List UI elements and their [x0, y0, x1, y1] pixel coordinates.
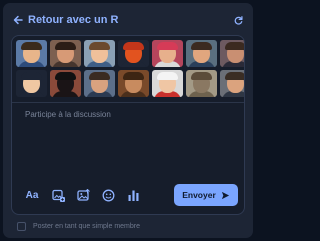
image-upload-icon: [76, 188, 90, 201]
sticker-black-cat[interactable]: [50, 70, 81, 97]
post-as-member-label: Poster en tant que simple membre: [33, 223, 140, 230]
sticker-partial[interactable]: [220, 40, 244, 67]
gif-image-icon: [51, 189, 65, 202]
sticker-peace-hand[interactable]: [16, 70, 47, 97]
format-text-button[interactable]: Aa: [24, 188, 40, 202]
refresh-button[interactable]: [234, 15, 243, 25]
image-upload-button[interactable]: [76, 188, 90, 202]
emoji-button[interactable]: [101, 188, 115, 202]
sticker-picker: [16, 40, 244, 100]
panel-header: Retour avec un R: [13, 13, 243, 27]
send-button[interactable]: Envoyer: [174, 184, 238, 206]
sticker-row-1: [16, 40, 244, 67]
send-button-label: Envoyer: [182, 190, 216, 200]
refresh-icon: [234, 15, 243, 25]
send-arrow-icon: [221, 191, 229, 199]
message-placeholder: Participe à la discussion: [25, 110, 111, 119]
sticker-sunglasses-man[interactable]: [16, 40, 47, 67]
sticker-row-2: [16, 70, 244, 97]
poll-chart-icon: [128, 190, 138, 201]
sticker-bearded-man[interactable]: [118, 70, 149, 97]
member-option: Poster en tant que simple membre: [17, 222, 140, 231]
sticker-devil-emoji[interactable]: [118, 40, 149, 67]
sticker-laughing-man[interactable]: [50, 40, 81, 67]
sticker-glasses-man[interactable]: [220, 70, 244, 97]
gif-button[interactable]: [51, 188, 65, 202]
poll-button[interactable]: [126, 188, 140, 202]
sticker-santa[interactable]: [152, 70, 183, 97]
sticker-cap-man[interactable]: [152, 40, 183, 67]
emoji-icon: [102, 189, 114, 201]
sticker-smiling-man[interactable]: [186, 40, 217, 67]
back-link-label: Retour avec un R: [28, 14, 119, 26]
back-link[interactable]: Retour avec un R: [13, 14, 118, 26]
format-text-icon: Aa: [25, 189, 39, 201]
comment-panel: Retour avec un R Participe à la discussi…: [3, 3, 253, 238]
post-as-member-checkbox[interactable]: [17, 222, 26, 231]
composer-toolbar: Aa Envoyer: [24, 184, 238, 206]
sticker-serious-man[interactable]: [84, 70, 115, 97]
sticker-shocked-man[interactable]: [84, 40, 115, 67]
sticker-binoculars-man[interactable]: [186, 70, 217, 97]
arrow-left-icon: [13, 15, 23, 25]
comment-composer: Participe à la discussion Aa Envoyer: [11, 35, 245, 215]
